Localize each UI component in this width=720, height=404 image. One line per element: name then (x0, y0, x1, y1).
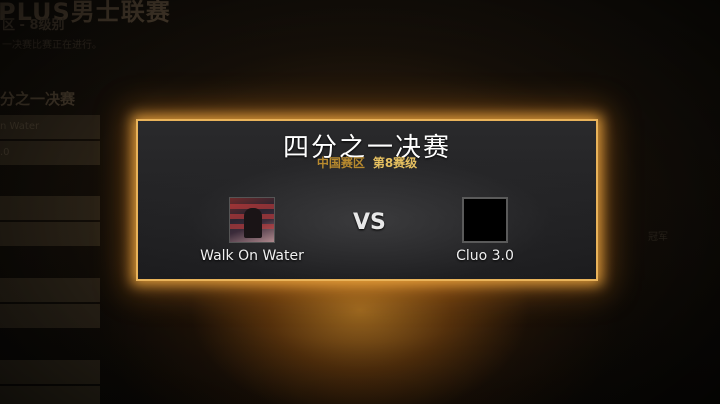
league-status-note: 一决赛比赛正在进行。 (2, 40, 102, 51)
tournament-screen: PLUS男士联赛 区 - 8级别 一决赛比赛正在进行。 分之一决赛 n Wate… (0, 0, 720, 404)
bracket-slot[interactable]: .0 (0, 141, 100, 165)
bracket-slot[interactable] (0, 304, 100, 328)
match-level: 第8赛级 (372, 156, 418, 170)
match-region: 中国赛区 (316, 156, 365, 170)
bracket-slot[interactable] (0, 222, 100, 246)
blank-logo-icon (462, 197, 508, 243)
bracket-slot[interactable] (0, 360, 100, 384)
team-left-name: Walk On Water (200, 248, 304, 264)
bracket-slot[interactable]: n Water (0, 115, 100, 139)
match-popup[interactable]: 四分之一决赛 中国赛区 第8赛级 Walk On Water VS Cluo 3.… (136, 119, 598, 281)
bracket-slot[interactable] (0, 196, 100, 220)
bracket-slot[interactable] (0, 386, 100, 404)
bracket-section-heading: 分之一决赛 (0, 90, 76, 108)
bracket-slot[interactable] (0, 278, 100, 302)
album-art-logo-icon (229, 197, 275, 243)
match-subtitle: 中国赛区 第8赛级 (138, 154, 596, 171)
team-right[interactable]: Cluo 3.0 (415, 197, 555, 264)
champion-label: 冠军 (648, 232, 668, 243)
versus-label: VS (353, 210, 386, 235)
team-left[interactable]: Walk On Water (182, 197, 322, 264)
league-subtitle: 区 - 8级别 (2, 18, 65, 33)
team-right-name: Cluo 3.0 (456, 248, 514, 264)
